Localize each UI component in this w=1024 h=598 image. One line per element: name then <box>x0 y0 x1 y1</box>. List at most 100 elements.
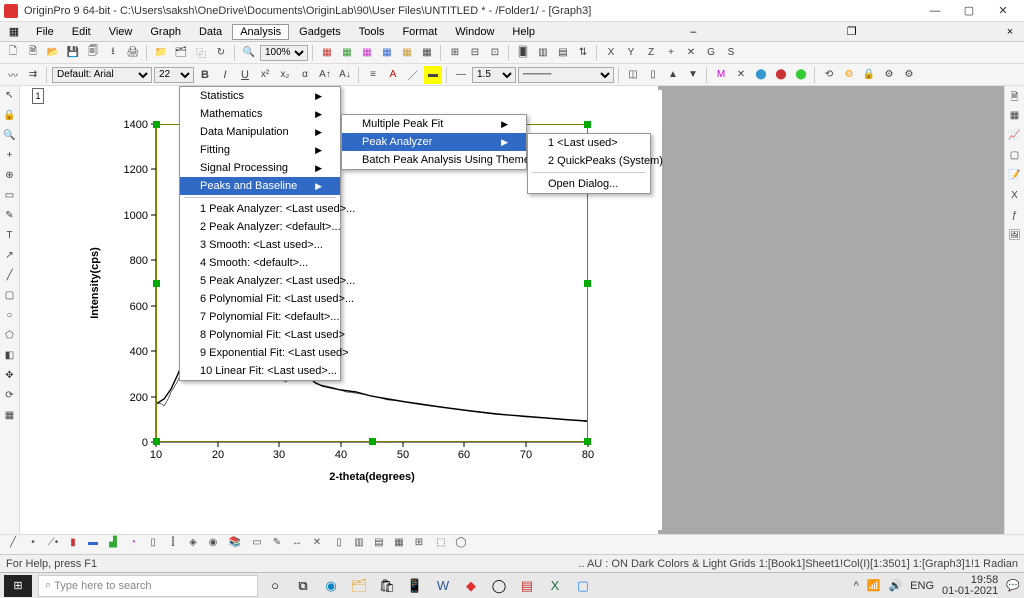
region2-icon[interactable]: ◧ <box>2 350 18 366</box>
new-workbook-icon[interactable]: 🗎 <box>24 44 42 62</box>
double-y-icon[interactable]: ⫿ <box>164 537 182 553</box>
align-left-icon[interactable]: ≡ <box>364 66 382 84</box>
palette3-icon[interactable]: ⬤ <box>772 66 790 84</box>
duplicate-icon[interactable]: ⿻ <box>192 44 210 62</box>
workbook-icon[interactable]: 🗎 <box>1007 90 1023 106</box>
menu-edit[interactable]: Edit <box>64 24 99 40</box>
panel5-icon[interactable]: ⊞ <box>410 537 428 553</box>
rect-icon[interactable]: ▢ <box>2 290 18 306</box>
front-icon[interactable]: ▲ <box>664 66 682 84</box>
maximize-button[interactable]: ▢ <box>952 1 986 21</box>
import-icon[interactable]: ⭳ <box>104 44 122 62</box>
remove-data-icon[interactable]: ✕ <box>308 537 326 553</box>
recalc-icon[interactable]: ⚙ <box>840 66 858 84</box>
zoom-tool-icon[interactable]: 🔍 <box>240 44 258 62</box>
line-icon[interactable]: ╱ <box>2 270 18 286</box>
3d-plot-icon[interactable]: ◈ <box>184 537 202 553</box>
stack-plot-icon[interactable]: ▯ <box>144 537 162 553</box>
label-icon[interactable]: S <box>722 44 740 62</box>
x-icon[interactable]: X <box>602 44 620 62</box>
chrome-icon[interactable]: ◯ <box>488 575 510 597</box>
line-plot-icon[interactable]: ╱ <box>4 537 22 553</box>
select-box-icon[interactable]: ⬚ <box>432 537 450 553</box>
line-symbol-icon[interactable]: ⟋• <box>44 537 62 553</box>
hide-mask-icon[interactable]: ✕ <box>732 66 750 84</box>
matrix-icon[interactable]: ▦ <box>1007 110 1023 126</box>
edge-icon[interactable]: ◉ <box>320 575 342 597</box>
column-icon[interactable]: ▥ <box>534 44 552 62</box>
data-reader-icon[interactable]: ⊕ <box>2 170 18 186</box>
reader-icon[interactable]: + <box>2 150 18 166</box>
poly-icon[interactable]: ⬠ <box>2 330 18 346</box>
menu-peak-analyzer[interactable]: Peak Analyzer▶ <box>342 133 526 151</box>
menu-window[interactable]: Window <box>447 24 502 40</box>
tray-up-icon[interactable]: ^ <box>854 580 859 592</box>
menu-help[interactable]: Help <box>504 24 543 40</box>
italic-icon[interactable]: I <box>216 66 234 84</box>
cortana-icon[interactable]: ○ <box>264 575 286 597</box>
image-icon[interactable]: 🖼 <box>1007 230 1023 246</box>
menu-file[interactable]: File <box>28 24 62 40</box>
add-col-icon[interactable]: + <box>662 44 680 62</box>
func-icon[interactable]: ƒ <box>1007 210 1023 226</box>
origin-taskbar-icon[interactable]: ◆ <box>460 575 482 597</box>
panel4-icon[interactable]: ▦ <box>390 537 408 553</box>
menu-statistics[interactable]: Statistics▶ <box>180 87 340 105</box>
save-icon[interactable]: 💾 <box>64 44 82 62</box>
area-plot-icon[interactable]: ▟ <box>104 537 122 553</box>
region-icon[interactable]: ▭ <box>2 190 18 206</box>
transfer-icon[interactable]: ⟲ <box>820 66 838 84</box>
y-icon[interactable]: Y <box>622 44 640 62</box>
mask-icon[interactable]: ▦ <box>358 44 376 62</box>
new-folder-icon[interactable]: 📁 <box>152 44 170 62</box>
layer-icon[interactable]: ▦ <box>338 44 356 62</box>
back-icon[interactable]: ▼ <box>684 66 702 84</box>
recent-6[interactable]: 6 Polynomial Fit: <Last used>... <box>180 290 340 308</box>
row-icon[interactable]: ▤ <box>554 44 572 62</box>
mdi-restore[interactable]: ❐ <box>844 25 860 38</box>
underline-icon[interactable]: U <box>236 66 254 84</box>
linewidth-select[interactable]: 1.5 <box>472 67 516 83</box>
fill-color-icon[interactable]: ▬ <box>424 66 442 84</box>
template-lib-icon[interactable]: 📚 <box>226 537 244 553</box>
make-same-icon[interactable]: ⇉ <box>24 66 42 84</box>
zoom-in-icon[interactable]: 🔍 <box>2 130 18 146</box>
explorer-taskbar-icon[interactable]: 🗂 <box>348 575 370 597</box>
draw-icon[interactable]: ✎ <box>2 210 18 226</box>
open-icon[interactable]: 📂 <box>44 44 62 62</box>
greek-icon[interactable]: α <box>296 66 314 84</box>
axis-icon[interactable]: ▦ <box>418 44 436 62</box>
taskbar-search[interactable]: ⌕ Type here to search <box>38 575 258 597</box>
menu-multiple-peak-fit[interactable]: Multiple Peak Fit▶ <box>342 115 526 133</box>
recent-10[interactable]: 10 Linear Fit: <Last used>... <box>180 362 340 380</box>
mask-tool-icon[interactable]: ▦ <box>2 410 18 426</box>
subscript-icon[interactable]: x₂ <box>276 66 294 84</box>
text-icon[interactable]: T <box>2 230 18 246</box>
recent-7[interactable]: 7 Polynomial Fit: <default>... <box>180 308 340 326</box>
lang-indicator[interactable]: ENG <box>910 580 934 592</box>
add-layer-icon[interactable]: ⊞ <box>446 44 464 62</box>
decrease-font-icon[interactable]: A↓ <box>336 66 354 84</box>
minimize-button[interactable]: — <box>918 1 952 21</box>
menu-format[interactable]: Format <box>394 24 445 40</box>
none-icon[interactable]: ✕ <box>682 44 700 62</box>
scalar-icon[interactable]: G <box>702 44 720 62</box>
pie-plot-icon[interactable]: ◔ <box>124 537 142 553</box>
font-select[interactable]: Default: Arial <box>52 67 152 83</box>
rotate-icon[interactable]: ⟳ <box>2 390 18 406</box>
menu-graph[interactable]: Graph <box>142 24 189 40</box>
extract-icon[interactable]: ⊟ <box>466 44 484 62</box>
phone-icon[interactable]: 📱 <box>404 575 426 597</box>
legend-icon[interactable]: ▦ <box>378 44 396 62</box>
airbrush-icon[interactable]: 〰 <box>4 66 22 84</box>
zoompan-icon[interactable]: ✥ <box>2 370 18 386</box>
new-project-icon[interactable]: 🗋 <box>4 44 22 62</box>
explorer-icon[interactable]: 🗂 <box>172 44 190 62</box>
menu-open-dialog[interactable]: Open Dialog... <box>528 175 650 193</box>
group-icon[interactable]: ◫ <box>624 66 642 84</box>
lock-icon[interactable]: 🔒 <box>860 66 878 84</box>
excel-icon[interactable]: X <box>1007 190 1023 206</box>
system-tray[interactable]: ^ 📶 🔊 ENG 19:58 01-01-2021 💬 <box>854 575 1020 597</box>
menu-data[interactable]: Data <box>191 24 230 40</box>
recent-3[interactable]: 3 Smooth: <Last used>... <box>180 236 340 254</box>
